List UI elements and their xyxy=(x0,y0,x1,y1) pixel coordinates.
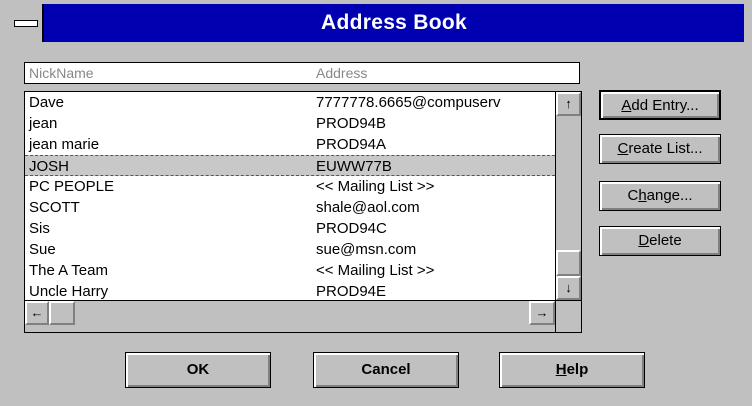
address-list[interactable]: Dave 7777778.6665@compuserv jean PROD94B jea… xyxy=(24,91,582,333)
row-nickname: The A Team xyxy=(29,262,108,279)
change-label: ange... xyxy=(646,187,693,204)
row-address: PROD94C xyxy=(316,220,387,237)
row-nickname: Sue xyxy=(29,241,56,258)
cancel-button[interactable]: Cancel xyxy=(313,352,459,388)
create-list-label: reate List... xyxy=(628,140,703,157)
header-address: Address xyxy=(316,65,368,81)
row-address: EUWW77B xyxy=(316,158,392,175)
vertical-scrollbar[interactable]: ↑ ↓ xyxy=(555,92,581,300)
address-row[interactable]: jean marie PROD94A xyxy=(25,134,555,155)
change-label-pre: C xyxy=(627,187,639,204)
header-nickname: NickName xyxy=(29,65,94,81)
row-address: PROD94B xyxy=(316,115,387,132)
row-nickname: SCOTT xyxy=(29,199,80,216)
address-row[interactable]: Uncle Harry PROD94E xyxy=(25,281,555,302)
delete-button[interactable]: Delete xyxy=(599,226,721,256)
address-rows: Dave 7777778.6665@compuserv jean PROD94B jea… xyxy=(25,92,555,300)
horizontal-scrollbar[interactable]: ← → xyxy=(25,300,555,332)
horizontal-scroll-thumb[interactable] xyxy=(49,301,75,325)
row-nickname: jean marie xyxy=(29,136,100,153)
change-mnemonic: h xyxy=(638,187,647,204)
row-nickname: Sis xyxy=(29,220,50,237)
create-list-mnemonic: C xyxy=(617,140,629,157)
row-address: PROD94E xyxy=(316,283,387,300)
arrow-up-icon: ↑ xyxy=(565,96,572,111)
system-menu-icon xyxy=(14,20,38,27)
delete-label: elete xyxy=(649,232,682,249)
scroll-down-button[interactable]: ↓ xyxy=(556,276,581,300)
address-row[interactable]: SCOTT shale@aol.com xyxy=(25,197,555,218)
address-row[interactable]: The A Team << Mailing List >> xyxy=(25,260,555,281)
address-book-dialog: Address Book NickName Address Dave 777777… xyxy=(0,0,752,406)
help-mnemonic: H xyxy=(555,361,567,378)
vertical-scroll-thumb[interactable] xyxy=(556,250,581,276)
address-row[interactable]: PC PEOPLE << Mailing List >> xyxy=(25,176,555,197)
arrow-left-icon: ← xyxy=(30,305,44,320)
help-button[interactable]: Help xyxy=(499,352,645,388)
row-nickname: Dave xyxy=(29,94,65,111)
address-row[interactable]: Sue sue@msn.com xyxy=(25,239,555,260)
row-address: sue@msn.com xyxy=(316,241,417,258)
create-list-button[interactable]: Create List... xyxy=(599,134,721,164)
add-entry-label: dd Entry... xyxy=(631,97,699,114)
address-row[interactable]: jean PROD94B xyxy=(25,113,555,134)
row-nickname: jean xyxy=(29,115,58,132)
row-nickname: Uncle Harry xyxy=(29,283,109,300)
row-address: 7777778.6665@compuserv xyxy=(316,94,501,111)
help-label: elp xyxy=(566,361,589,378)
add-entry-button[interactable]: Add Entry... xyxy=(599,90,721,120)
row-address: << Mailing List >> xyxy=(316,262,435,279)
row-address: << Mailing List >> xyxy=(316,178,435,195)
scroll-left-button[interactable]: ← xyxy=(25,301,49,325)
address-row[interactable]: Dave 7777778.6665@compuserv xyxy=(25,92,555,113)
address-row[interactable]: JOSH EUWW77B xyxy=(25,155,555,176)
scroll-right-button[interactable]: → xyxy=(529,301,555,325)
title-bar: Address Book xyxy=(8,4,744,42)
arrow-down-icon: ↓ xyxy=(565,280,572,295)
window-title: Address Book xyxy=(321,11,467,34)
delete-mnemonic: D xyxy=(638,232,650,249)
row-nickname: PC PEOPLE xyxy=(29,178,115,195)
ok-button[interactable]: OK xyxy=(125,352,271,388)
add-entry-mnemonic: A xyxy=(621,97,632,114)
row-address: shale@aol.com xyxy=(316,199,420,216)
address-row[interactable]: Sis PROD94C xyxy=(25,218,555,239)
arrow-right-icon: → xyxy=(535,305,549,320)
row-nickname: JOSH xyxy=(29,158,70,175)
list-header: NickName Address xyxy=(24,62,580,84)
scroll-up-button[interactable]: ↑ xyxy=(556,92,581,116)
row-address: PROD94A xyxy=(316,136,387,153)
scrollbar-corner xyxy=(555,300,581,332)
change-button[interactable]: Change... xyxy=(599,181,721,211)
system-menu-button[interactable] xyxy=(8,4,44,42)
